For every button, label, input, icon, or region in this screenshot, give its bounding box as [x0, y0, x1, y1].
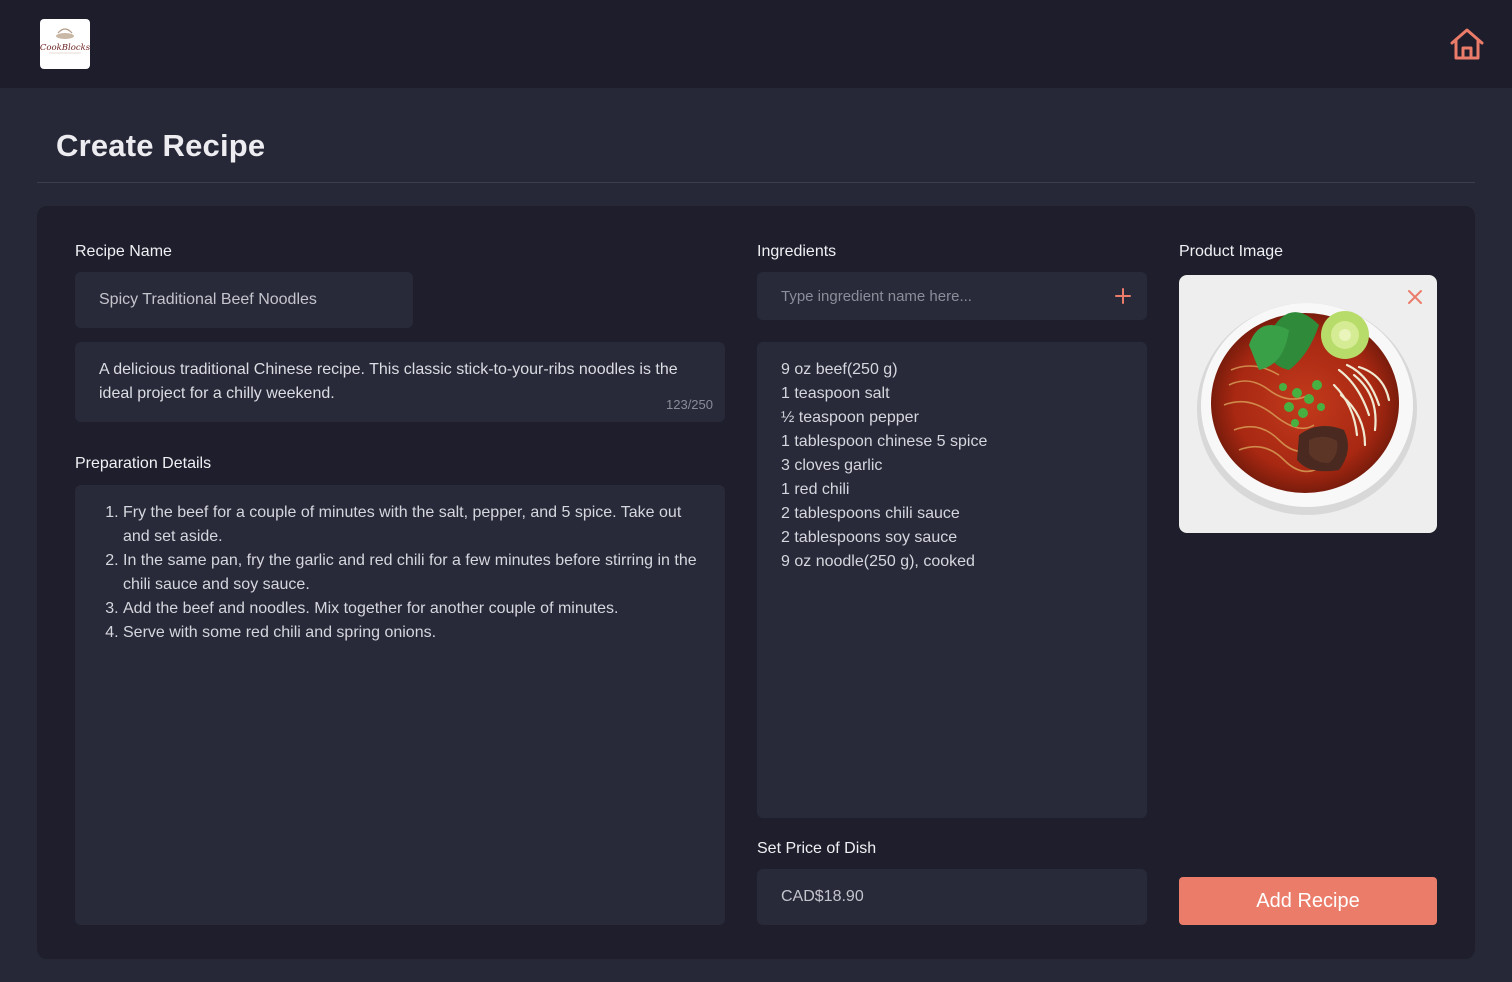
prep-step: Serve with some red chili and spring oni…	[123, 621, 703, 645]
ingredient-item: 3 cloves garlic	[781, 457, 883, 474]
ingredients-list-box[interactable]: 9 oz beef(250 g) 1 teaspoon salt ½ teasp…	[757, 342, 1147, 818]
ingredient-item: 2 tablespoons soy sauce	[781, 529, 958, 546]
title-divider	[37, 182, 1475, 183]
product-image	[1179, 275, 1437, 533]
description-textarea[interactable]: A delicious traditional Chinese recipe. …	[75, 342, 725, 422]
price-label: Set Price of Dish	[757, 840, 877, 857]
price-value: CAD$18.90	[781, 888, 864, 905]
ingredients-list: 9 oz beef(250 g) 1 teaspoon salt ½ teasp…	[781, 358, 987, 574]
recipe-name-value: Spicy Traditional Beef Noodles	[99, 291, 317, 308]
prep-steps-list: Fry the beef for a couple of minutes wit…	[123, 501, 703, 645]
ingredient-input-wrapper	[757, 272, 1147, 320]
recipe-name-label: Recipe Name	[75, 243, 172, 260]
add-ingredient-icon[interactable]	[1113, 286, 1133, 306]
prep-step: Fry the beef for a couple of minutes wit…	[123, 501, 703, 549]
ingredient-item: 2 tablespoons chili sauce	[781, 505, 960, 522]
ingredient-item: 1 red chili	[781, 481, 850, 498]
remove-image-icon[interactable]	[1407, 289, 1423, 305]
ingredient-input[interactable]	[781, 272, 1101, 320]
ingredients-label: Ingredients	[757, 243, 837, 260]
ingredient-item: 1 tablespoon chinese 5 spice	[781, 433, 988, 450]
top-bar: CookBlocks	[0, 0, 1512, 88]
noodle-bowl-image	[1197, 303, 1417, 515]
prep-step: Add the beef and noodles. Mix together f…	[123, 597, 703, 621]
home-icon[interactable]	[1449, 27, 1485, 61]
add-recipe-button[interactable]: Add Recipe	[1179, 877, 1437, 925]
ingredient-item: 9 oz beef(250 g)	[781, 361, 898, 378]
cookblocks-logo[interactable]: CookBlocks	[40, 19, 90, 69]
description-text: A delicious traditional Chinese recipe. …	[99, 361, 678, 402]
ingredient-item: ½ teaspoon pepper	[781, 409, 919, 426]
character-counter: 123/250	[666, 397, 713, 412]
product-image-label: Product Image	[1179, 243, 1284, 260]
price-input[interactable]: CAD$18.90	[757, 869, 1147, 925]
prep-details-textarea[interactable]: Fry the beef for a couple of minutes wit…	[75, 485, 725, 925]
ingredient-item: 9 oz noodle(250 g), cooked	[781, 553, 975, 570]
prep-details-label: Preparation Details	[75, 455, 212, 472]
page-title: Create Recipe	[56, 128, 266, 163]
recipe-name-input[interactable]: Spicy Traditional Beef Noodles	[75, 272, 413, 328]
prep-step: In the same pan, fry the garlic and red …	[123, 549, 703, 597]
ingredient-item: 1 teaspoon salt	[781, 385, 890, 402]
svg-text:CookBlocks: CookBlocks	[40, 43, 90, 53]
